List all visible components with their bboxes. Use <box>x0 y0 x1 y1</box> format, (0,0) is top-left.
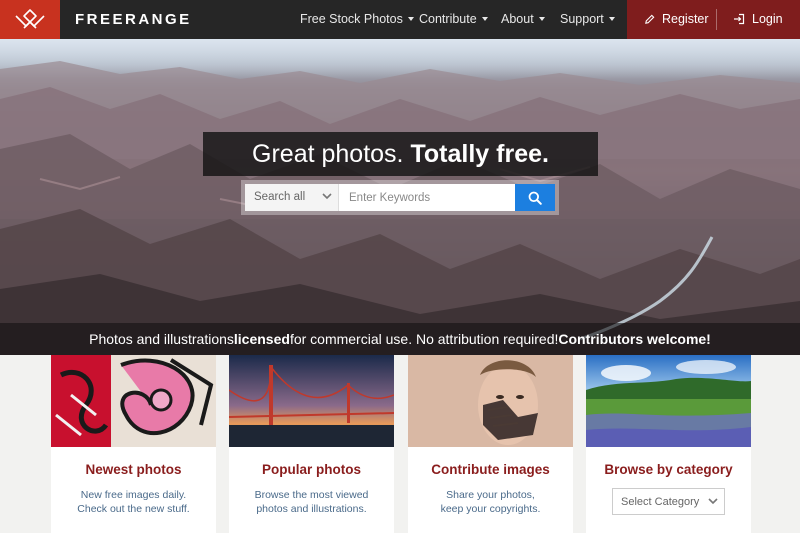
search-input[interactable] <box>340 184 513 211</box>
bluebonnet-thumbnail <box>586 355 751 447</box>
pencil-icon <box>645 14 655 24</box>
card-title[interactable]: Browse by category <box>586 462 751 477</box>
tagline-part2: for commercial use. No attribution requi… <box>289 331 559 347</box>
freerange-logo-icon <box>15 8 45 29</box>
graffiti-image[interactable] <box>51 355 216 447</box>
card-contribute-images: Contribute images Share your photos, kee… <box>408 355 573 533</box>
graffiti-thumbnail <box>51 355 216 447</box>
headline-regular: Great photos. <box>252 139 404 168</box>
search-bar: Search all <box>241 180 559 215</box>
chevron-down-icon <box>407 16 414 21</box>
card-desc-line2: photos and illustrations. <box>256 503 367 515</box>
auth-divider <box>716 9 717 30</box>
card-desc-line1: Browse the most viewed <box>254 489 369 501</box>
search-icon <box>528 191 542 205</box>
golden-gate-image[interactable] <box>229 355 394 447</box>
golden-gate-thumbnail <box>229 355 394 447</box>
auth-area: Register Login <box>627 0 800 39</box>
chevron-down-icon <box>481 16 488 21</box>
register-button[interactable]: Register <box>644 12 709 26</box>
register-label: Register <box>662 12 709 26</box>
card-desc-line2: keep your copyrights. <box>440 503 541 515</box>
nav-about[interactable]: About <box>501 12 545 26</box>
category-select[interactable]: Select Category <box>612 488 725 515</box>
bluebonnet-field-image[interactable] <box>586 355 751 447</box>
face-paint-thumbnail <box>408 355 573 447</box>
card-desc-line2: Check out the new stuff. <box>77 503 190 515</box>
hero-tagline: Photos and illustrations licensed for co… <box>0 323 800 355</box>
login-button[interactable]: Login <box>733 12 783 26</box>
nav-contribute[interactable]: Contribute <box>419 12 488 26</box>
brand-name[interactable]: FREERANGE <box>75 11 192 28</box>
nav-item-label: Free Stock Photos <box>300 12 403 26</box>
top-navbar: FREERANGE Free Stock Photos Contribute A… <box>0 0 800 39</box>
card-title[interactable]: Popular photos <box>229 462 394 477</box>
search-inner: Search all <box>245 184 555 211</box>
tagline-bold1: licensed <box>233 331 290 347</box>
card-desc-line1: New free images daily. <box>80 489 187 501</box>
nav-item-label: Contribute <box>419 12 477 26</box>
sign-in-icon <box>734 13 745 25</box>
logo[interactable] <box>0 0 60 39</box>
hero-headline: Great photos. Totally free. <box>203 132 598 176</box>
tagline-part1: Photos and illustrations <box>89 331 234 347</box>
search-button[interactable] <box>515 184 555 211</box>
hero-banner: Great photos.Totally free. Search all Ph… <box>0 39 800 355</box>
nav-support[interactable]: Support <box>560 12 615 26</box>
headline-bold: Totally free. <box>410 139 549 168</box>
search-scope-value: Search all <box>254 191 306 203</box>
card-title[interactable]: Newest photos <box>51 462 216 477</box>
chevron-down-icon <box>322 193 332 200</box>
login-label: Login <box>752 12 783 26</box>
chevron-down-icon <box>608 16 615 21</box>
card-desc-line1: Share your photos, <box>446 489 535 501</box>
card-newest-photos: Newest photos New free images daily. Che… <box>51 355 216 533</box>
nav-item-label: About <box>501 12 534 26</box>
nav-item-label: Support <box>560 12 604 26</box>
card-description: Browse the most viewed photos and illust… <box>229 488 394 516</box>
card-browse-by-category: Browse by category Select Category <box>586 355 751 533</box>
nav-free-stock-photos[interactable]: Free Stock Photos <box>300 12 414 26</box>
face-paint-image[interactable] <box>408 355 573 447</box>
card-title[interactable]: Contribute images <box>408 462 573 477</box>
card-description: Share your photos, keep your copyrights. <box>408 488 573 516</box>
chevron-down-icon <box>538 16 545 21</box>
chevron-down-icon <box>708 498 718 505</box>
card-popular-photos: Popular photos Browse the most viewed ph… <box>229 355 394 533</box>
category-select-value: Select Category <box>621 496 700 508</box>
search-scope-select[interactable]: Search all <box>245 184 339 211</box>
tagline-bold2: Contributors welcome! <box>558 331 711 347</box>
card-description: New free images daily. Check out the new… <box>51 488 216 516</box>
